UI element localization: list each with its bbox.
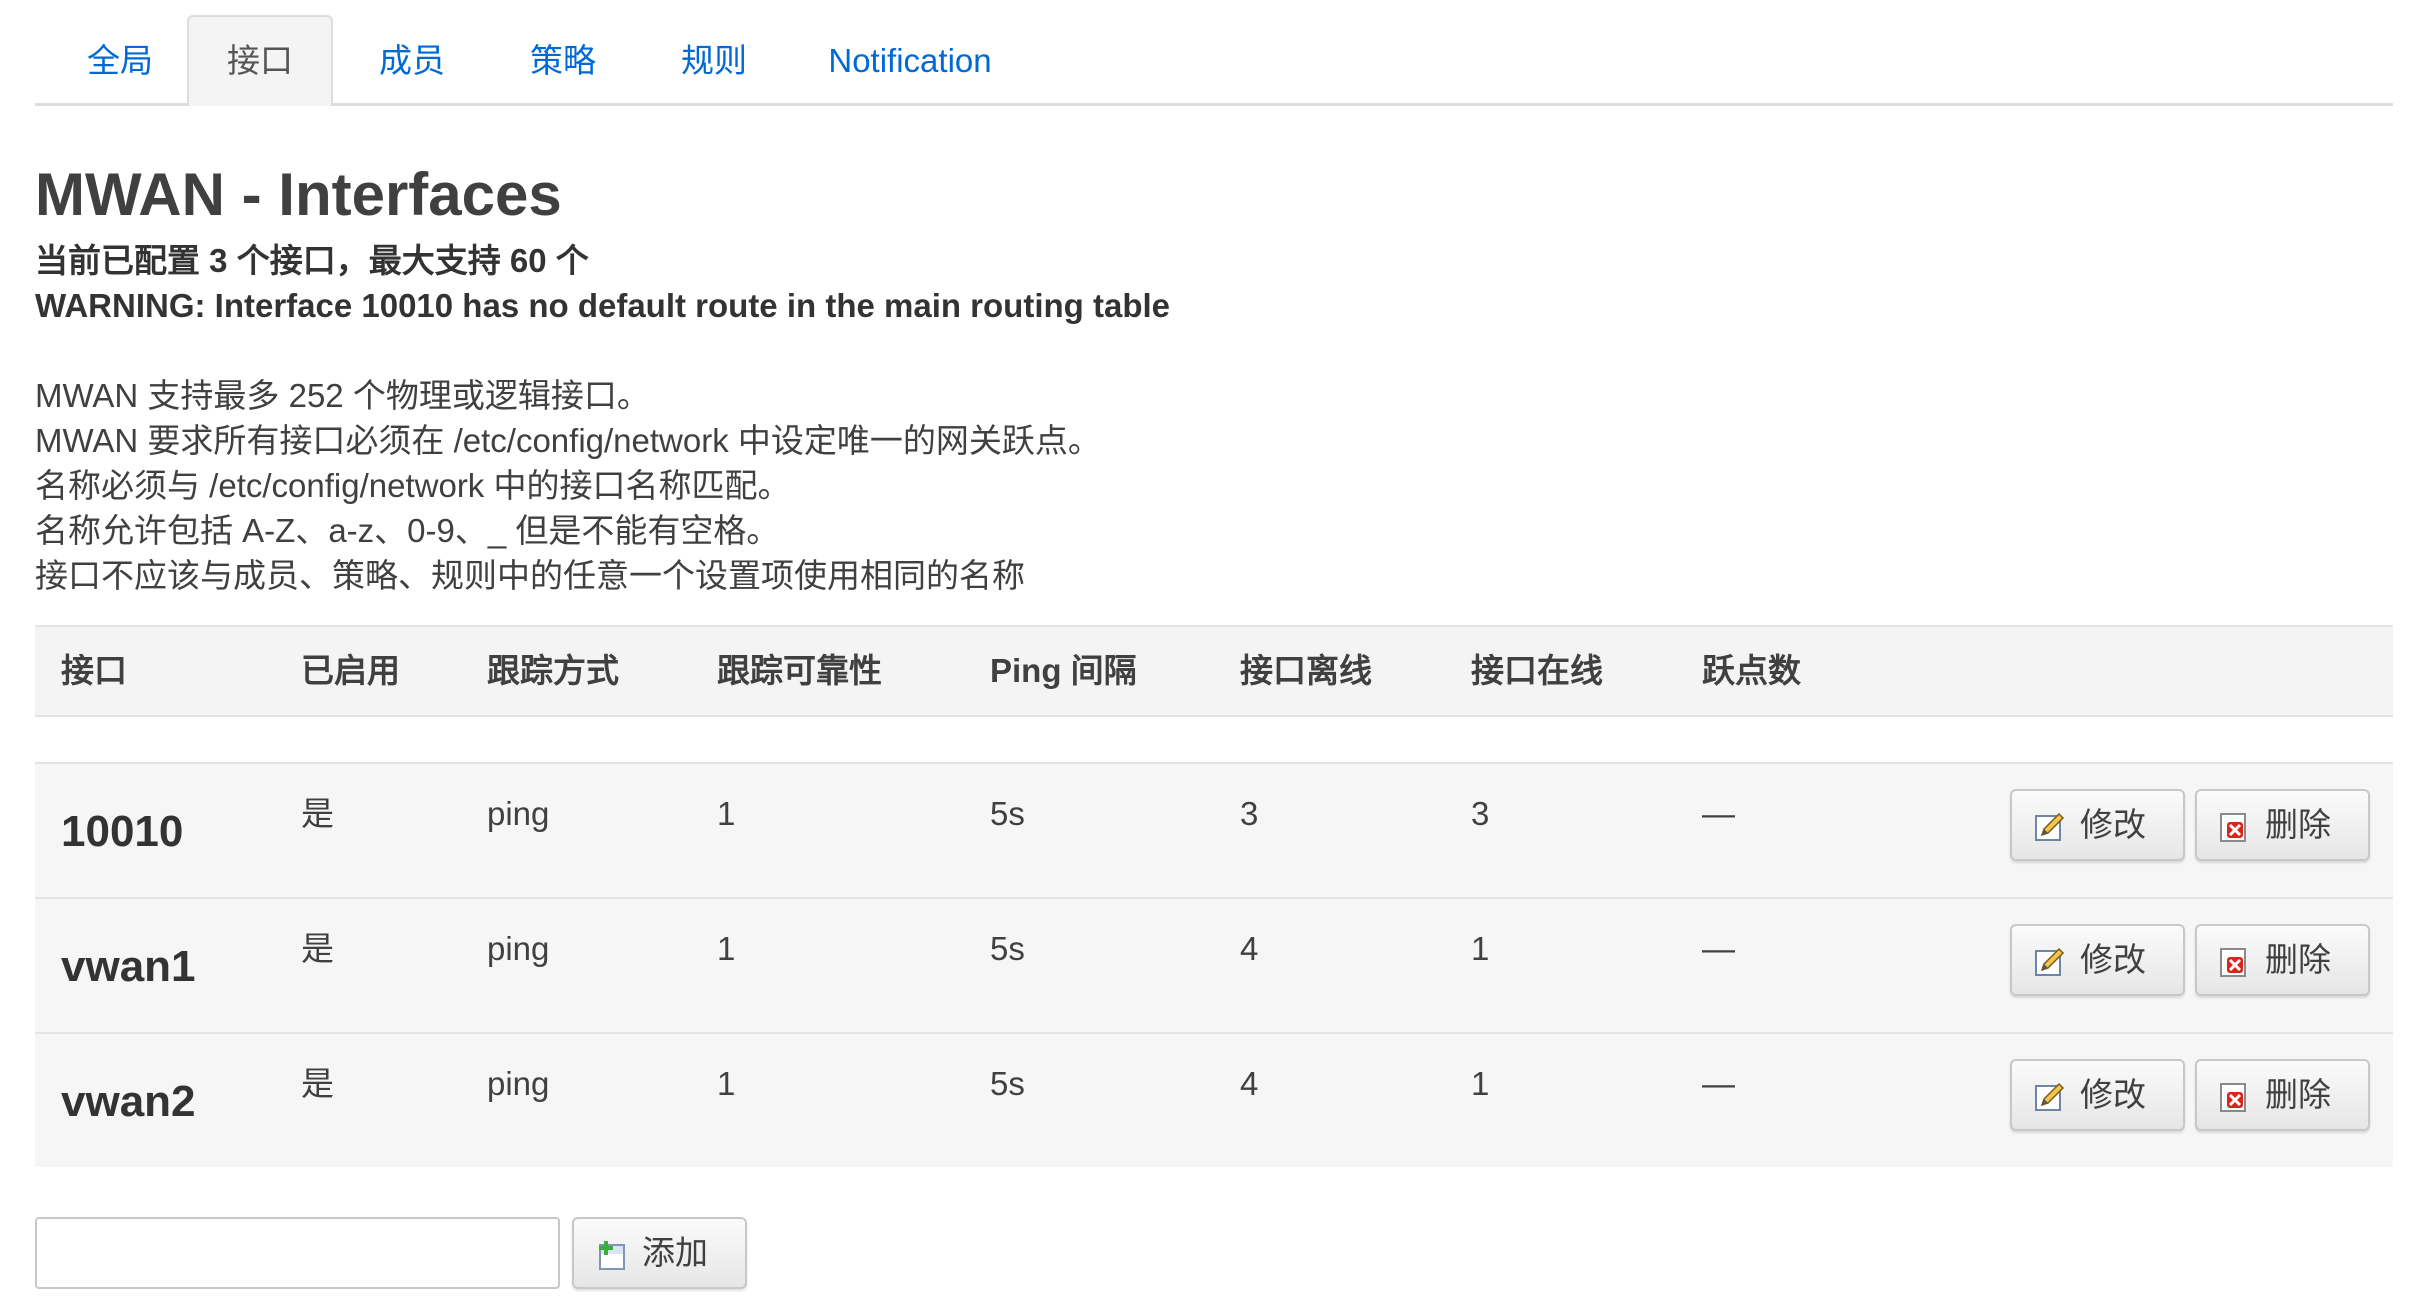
column-header-track-method: 跟踪方式 (487, 652, 619, 689)
add-icon (599, 1241, 625, 1270)
column-header-reliability: 跟踪可靠性 (717, 652, 882, 689)
down-value: 4 (1240, 930, 1259, 967)
tab-members[interactable]: 成员 (362, 18, 462, 103)
page-title: MWAN - Interfaces (35, 161, 562, 228)
new-interface-name-input[interactable] (35, 1217, 560, 1289)
column-header-down: 接口离线 (1240, 652, 1372, 689)
delete-button[interactable]: 删除 (2195, 789, 2370, 861)
edit-icon (2035, 812, 2065, 841)
edit-button[interactable]: 修改 (2010, 924, 2185, 996)
up-value: 1 (1471, 930, 1490, 967)
tab-policies[interactable]: 策略 (513, 18, 613, 103)
delete-button-label: 删除 (2265, 941, 2331, 978)
description-line: 接口不应该与成员、策略、规则中的任意一个设置项使用相同的名称 (35, 557, 1025, 594)
table-header: 接口 已启用 跟踪方式 跟踪可靠性 Ping 间隔 接口离线 接口在线 跃点数 (35, 625, 2393, 717)
reliability-value: 1 (717, 795, 736, 832)
interface-name: 10010 (61, 807, 184, 856)
description-line: MWAN 支持最多 252 个物理或逻辑接口。 (35, 377, 650, 414)
table-row: vwan2 是 ping 1 5s 4 1 — 修改 删除 (35, 1032, 2393, 1167)
tab-rules[interactable]: 规则 (664, 18, 764, 103)
edit-button-label: 修改 (2080, 806, 2146, 843)
track-method-value: ping (487, 930, 550, 967)
description-line: MWAN 要求所有接口必须在 /etc/config/network 中设定唯一… (35, 422, 1101, 459)
delete-button[interactable]: 删除 (2195, 1059, 2370, 1131)
column-header-enabled: 已启用 (301, 652, 400, 689)
column-header-up: 接口在线 (1471, 652, 1603, 689)
enabled-value: 是 (301, 1065, 334, 1102)
warning-message: WARNING: Interface 10010 has no default … (35, 287, 1171, 324)
table-row: 10010 是 ping 1 5s 3 3 — 修改 删除 (35, 762, 2393, 897)
enabled-value: 是 (301, 930, 334, 967)
table-row: vwan1 是 ping 1 5s 4 1 — 修改 删除 (35, 897, 2393, 1032)
interface-name: vwan2 (61, 1077, 196, 1126)
description-line: 名称允许包括 A-Z、a-z、0-9、_ 但是不能有空格。 (35, 512, 780, 549)
metric-value: — (1702, 1065, 1735, 1102)
column-header-ping-interval: Ping 间隔 (990, 652, 1137, 689)
description-line: 名称必须与 /etc/config/network 中的接口名称匹配。 (35, 467, 791, 504)
ping-interval-value: 5s (990, 1065, 1025, 1102)
delete-button-label: 删除 (2265, 806, 2331, 843)
interface-count-status: 当前已配置 3 个接口，最大支持 60 个 (35, 242, 589, 279)
delete-icon (2220, 813, 2246, 842)
delete-button-label: 删除 (2265, 1076, 2331, 1113)
interface-name: vwan1 (61, 942, 196, 991)
edit-button[interactable]: 修改 (2010, 1059, 2185, 1131)
track-method-value: ping (487, 1065, 550, 1102)
add-button[interactable]: 添加 (572, 1217, 747, 1289)
edit-button-label: 修改 (2080, 941, 2146, 978)
track-method-value: ping (487, 795, 550, 832)
metric-value: — (1702, 930, 1735, 967)
edit-button[interactable]: 修改 (2010, 789, 2185, 861)
up-value: 3 (1471, 795, 1490, 832)
ping-interval-value: 5s (990, 930, 1025, 967)
edit-button-label: 修改 (2080, 1076, 2146, 1113)
reliability-value: 1 (717, 1065, 736, 1102)
metric-value: — (1702, 795, 1735, 832)
tab-notification[interactable]: Notification (820, 18, 1000, 103)
delete-icon (2220, 948, 2246, 977)
tab-bar: 全局 接口 成员 策略 规则 Notification (35, 0, 2393, 106)
edit-icon (2035, 1082, 2065, 1111)
column-header-interface: 接口 (61, 652, 127, 689)
tab-interfaces[interactable]: 接口 (187, 15, 333, 106)
ping-interval-value: 5s (990, 795, 1025, 832)
delete-icon (2220, 1083, 2246, 1112)
up-value: 1 (1471, 1065, 1490, 1102)
edit-icon (2035, 947, 2065, 976)
enabled-value: 是 (301, 795, 334, 832)
down-value: 4 (1240, 1065, 1259, 1102)
down-value: 3 (1240, 795, 1259, 832)
column-header-metric: 跃点数 (1702, 652, 1801, 689)
reliability-value: 1 (717, 930, 736, 967)
delete-button[interactable]: 删除 (2195, 924, 2370, 996)
description: MWAN 支持最多 252 个物理或逻辑接口。 MWAN 要求所有接口必须在 /… (35, 373, 1101, 598)
tab-global[interactable]: 全局 (70, 18, 170, 103)
add-button-label: 添加 (642, 1234, 708, 1271)
